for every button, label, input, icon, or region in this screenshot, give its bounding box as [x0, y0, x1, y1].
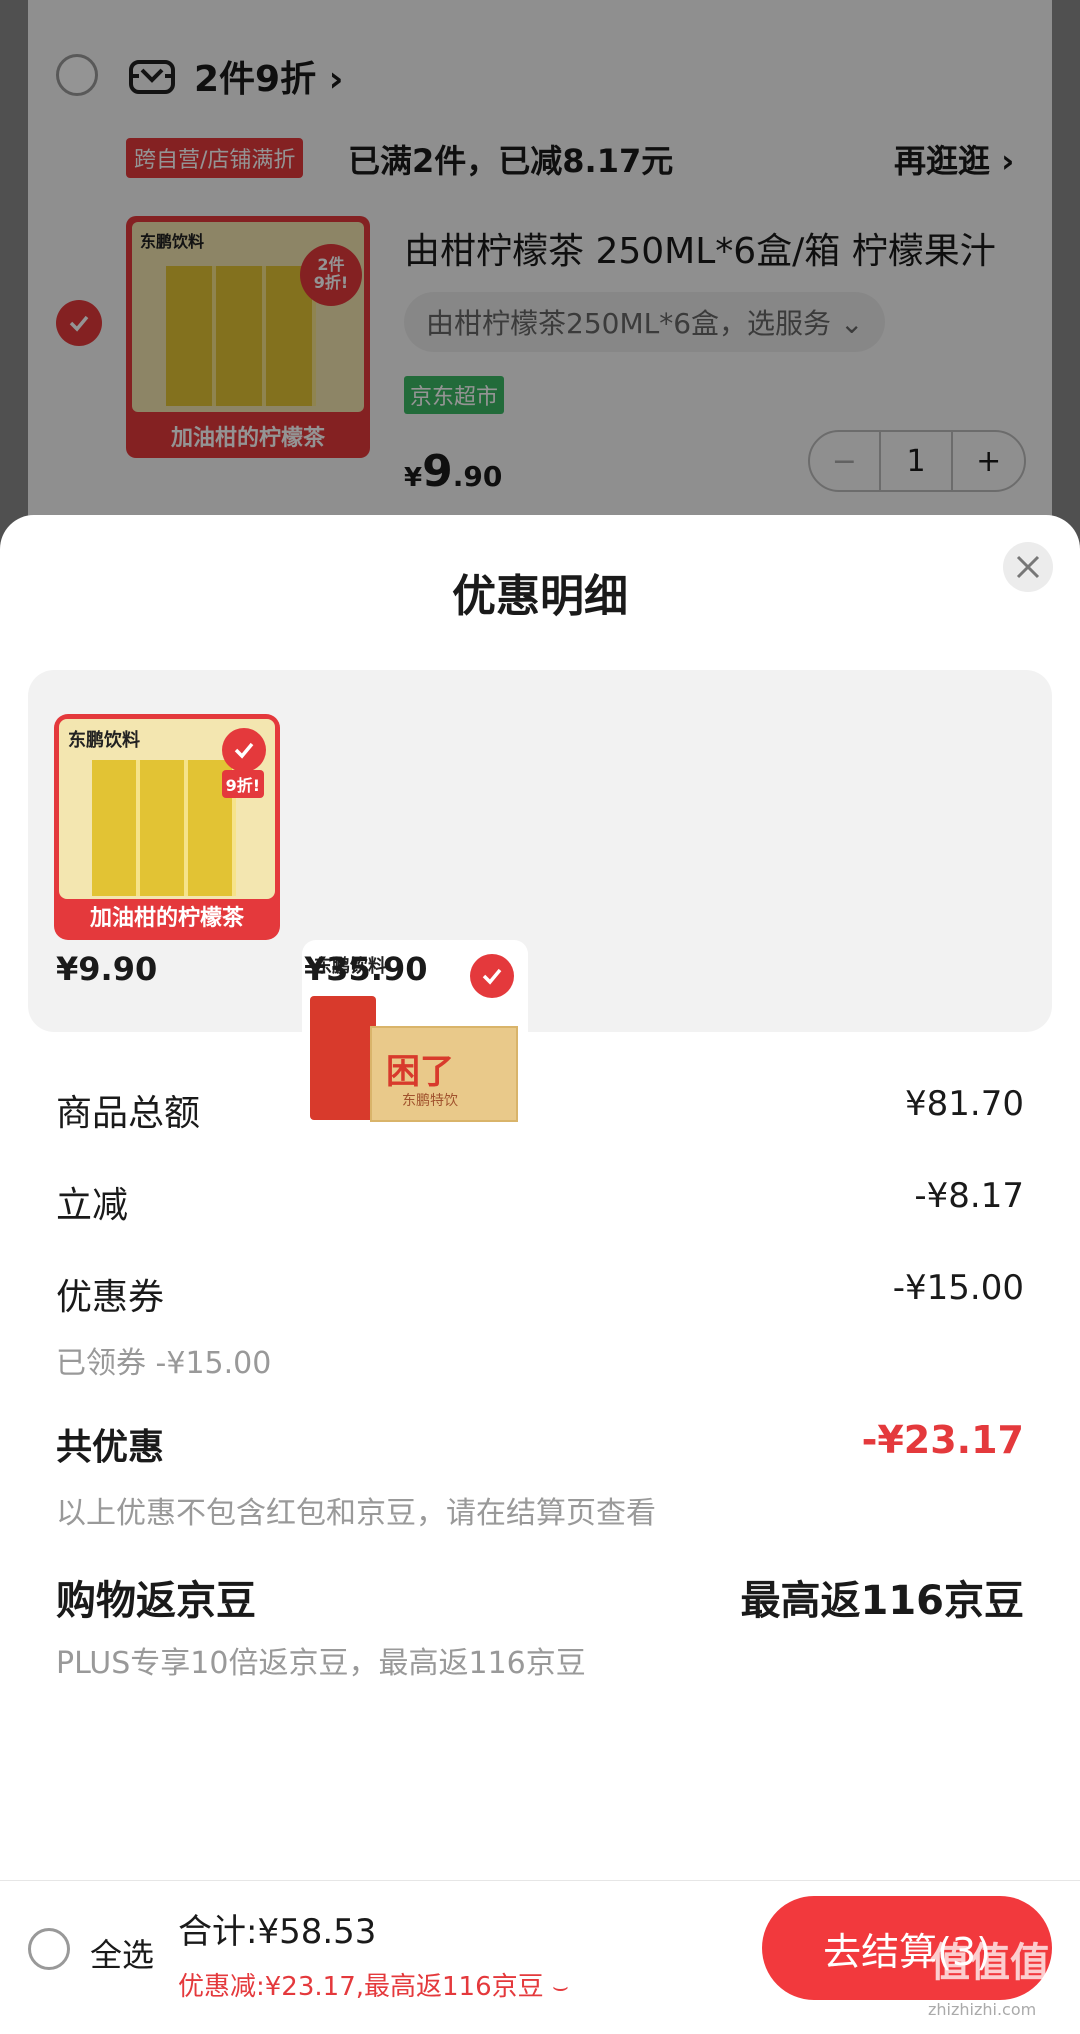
check-icon: [482, 968, 502, 985]
coupon-sub: 已领券 -¥15.00: [56, 1346, 272, 1381]
watermark-logo: 值值值: [930, 1940, 1050, 1986]
total-discount-sub: 以上优惠不包含红包和京豆，请在结算页查看: [56, 1496, 656, 1531]
product-thumb[interactable]: 东鹏饮料 9折! 加油柑的柠檬茶: [54, 714, 280, 940]
subtotal-label: 商品总额: [56, 1093, 201, 1134]
dim-overlay[interactable]: [0, 0, 1080, 560]
subtotal-value: ¥81.70: [905, 1084, 1024, 1124]
sheet-title: 优惠明细: [452, 571, 628, 622]
product-price: ¥35.90: [304, 950, 428, 988]
beans-sub: PLUS专享10倍返京豆，最高返116京豆: [56, 1646, 586, 1681]
product-checkbox-checked[interactable]: [222, 728, 266, 772]
product-price: ¥9.90: [56, 950, 158, 988]
discount-summary[interactable]: 优惠减:¥23.17,最高返116京豆 ⌣: [178, 1966, 569, 2003]
select-all-checkbox[interactable]: [28, 1928, 70, 1970]
coupon-label: 优惠券: [56, 1277, 165, 1318]
watermark-url: zhizhizhi.com: [928, 2000, 1037, 2019]
beans-value: 最高返116京豆: [740, 1578, 1025, 1624]
check-icon: [234, 742, 254, 759]
close-icon: [1016, 555, 1040, 579]
total-discount-value: -¥23.17: [861, 1418, 1024, 1462]
product-checkbox-checked[interactable]: [470, 954, 514, 998]
beans-label: 购物返京豆: [56, 1578, 256, 1624]
close-button[interactable]: [1003, 542, 1053, 592]
chevron-down-icon: ⌣: [551, 1972, 570, 2002]
instant-discount-label: 立减: [56, 1185, 129, 1226]
select-all-label[interactable]: 全选: [90, 1930, 154, 1976]
total-discount-label: 共优惠: [56, 1427, 165, 1468]
total-amount: 合计:¥58.53: [178, 1912, 377, 1952]
instant-discount-value: -¥8.17: [914, 1176, 1024, 1216]
coupon-value: -¥15.00: [892, 1268, 1024, 1308]
